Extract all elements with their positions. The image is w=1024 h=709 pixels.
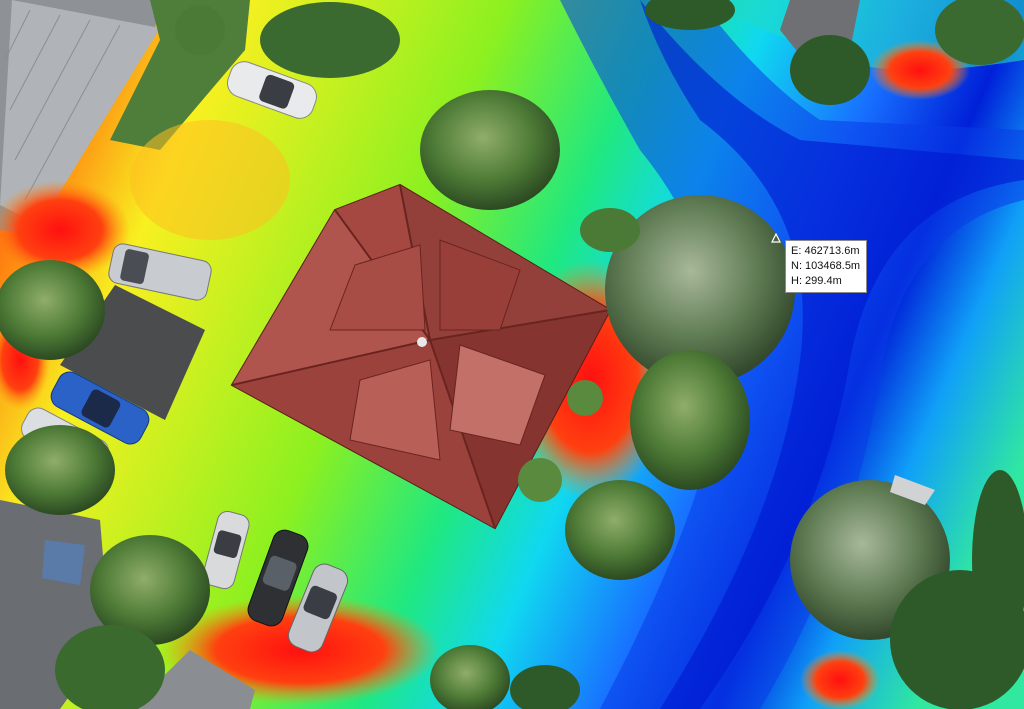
coordinate-readout: E: 462713.6m N: 103468.5m H: 299.4m	[785, 240, 867, 293]
triangle-cursor-icon	[771, 233, 781, 243]
warm-zone-parking	[130, 120, 290, 240]
easting-value: E: 462713.6m	[791, 245, 860, 257]
hot-zone-lower-right	[800, 650, 880, 709]
northing-value: N: 103468.5m	[791, 260, 861, 272]
height-value: H: 299.4m	[791, 275, 842, 287]
elevation-map-viewport[interactable]: E: 462713.6m N: 103468.5m H: 299.4m	[0, 0, 1024, 709]
elevation-map[interactable]	[0, 0, 1024, 709]
roof-vent	[417, 337, 427, 347]
bottom-left-skylight	[42, 540, 85, 585]
